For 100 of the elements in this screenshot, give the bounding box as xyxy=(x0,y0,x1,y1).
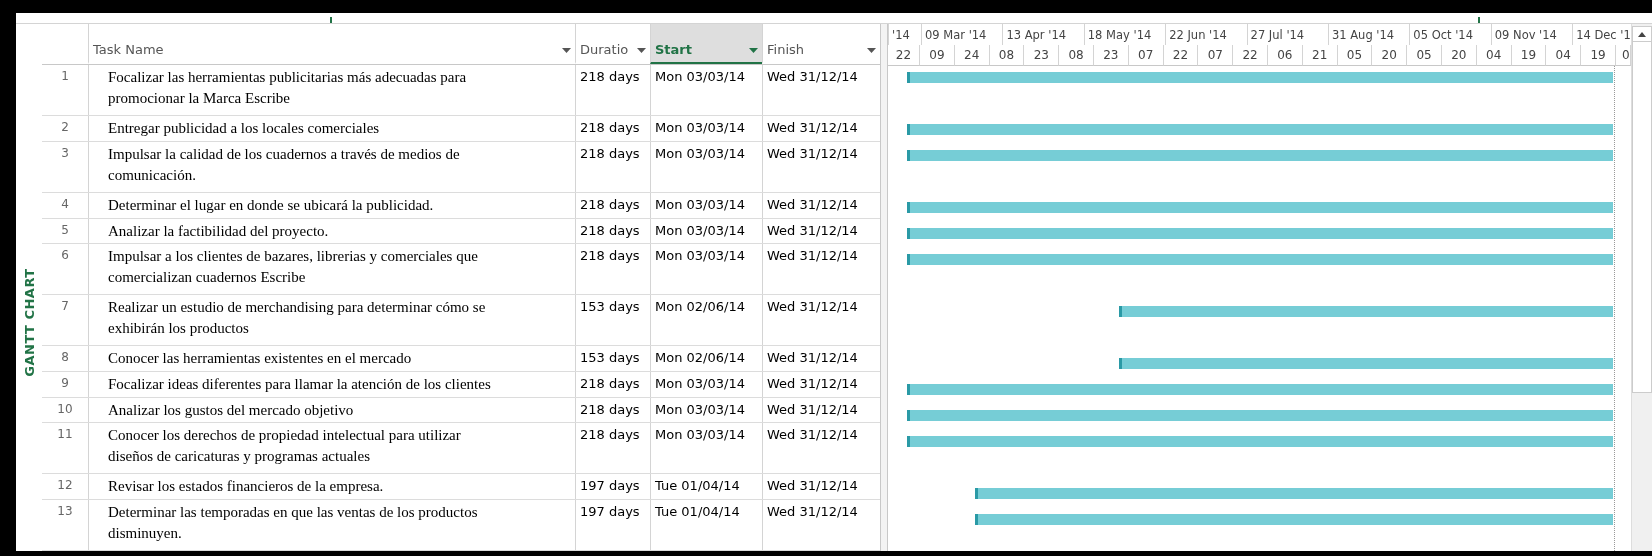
timescale-label: 19 xyxy=(1581,45,1616,66)
column-header[interactable]: Start xyxy=(650,24,762,65)
timescale-label: 22 Jun '14 xyxy=(1165,24,1247,45)
timescale-label: 05 xyxy=(1407,45,1442,66)
task-name-cell: Entregar publicidad a los locales comerciales xyxy=(88,116,575,141)
row-number: 12 xyxy=(56,477,74,495)
duration-cell: 218 days xyxy=(575,423,650,474)
task-bar[interactable] xyxy=(907,150,1613,161)
timescale-label: 08 xyxy=(989,45,1025,66)
splitter[interactable] xyxy=(880,24,888,551)
start-cell: Tue 01/04/14 xyxy=(650,499,762,550)
row-number: 2 xyxy=(60,119,70,137)
start-cell: Mon 03/03/14 xyxy=(650,65,762,116)
timescale-label: 09 Nov '14 xyxy=(1490,24,1573,45)
timescale-label: 20 xyxy=(1372,45,1408,66)
task-name-cell: Impulsar a los clientes de bazares, librerias y comerciales que comercializan cuadernos Escribe xyxy=(88,244,575,295)
duration-cell: 218 days xyxy=(575,218,650,244)
timescale-label: 09 Mar '14 xyxy=(921,24,1003,45)
start-cell: Mon 03/03/14 xyxy=(650,193,762,218)
task-name-cell: Conocer los derechos de propiedad intelectual para utilizar diseños de caricaturas y programas actuales xyxy=(88,423,575,474)
timescale-label: 18 May '14 xyxy=(1083,24,1166,45)
start-cell: Tue 01/04/14 xyxy=(650,474,762,499)
task-bar[interactable] xyxy=(907,410,1613,421)
task-bar[interactable] xyxy=(907,228,1613,239)
timescale-label: 07 xyxy=(1128,45,1164,66)
start-cell: Mon 03/03/14 xyxy=(650,116,762,141)
task-name-cell: Focalizar ideas diferentes para llamar la atención de los clientes xyxy=(88,372,575,397)
timescale-label: 13 Apr '14 xyxy=(1002,24,1084,45)
timeline-marker xyxy=(1478,17,1480,23)
duration-cell: 153 days xyxy=(575,295,650,346)
caret-icon xyxy=(562,48,571,54)
start-cell: Mon 03/03/14 xyxy=(650,423,762,474)
task-name-cell: Conocer las herramientas existentes en el mercado xyxy=(88,346,575,372)
row-number: 5 xyxy=(60,221,70,239)
start-cell: Mon 02/06/14 xyxy=(650,295,762,346)
row-number: 7 xyxy=(60,298,70,316)
task-name-cell: Revisar los estados financieros de la empresa. xyxy=(88,474,575,499)
timescale-label: 22 xyxy=(888,45,920,66)
task-name-cell: Impulsar la calidad de los cuadernos a través de medios de comunicación. xyxy=(88,142,575,193)
task-bar[interactable] xyxy=(907,384,1613,395)
timescale-label: 24 xyxy=(954,45,990,66)
task-name-cell: Focalizar las herramientas publicitarias más adecuadas para promocionar la Marca Escribe xyxy=(88,65,575,116)
task-name-cell: Determinar las temporadas en que las ventas de los productos disminuyen. xyxy=(88,499,575,550)
task-bar[interactable] xyxy=(907,254,1613,265)
timescale-label: 27 Jul '14 xyxy=(1246,24,1328,45)
caret-icon xyxy=(637,48,646,54)
scrollbar-thumb[interactable] xyxy=(1632,42,1652,393)
duration-cell: 218 days xyxy=(575,397,650,423)
row-number: 3 xyxy=(60,145,70,162)
timescale-label: 22 xyxy=(1233,45,1268,66)
start-cell: Mon 02/06/14 xyxy=(650,346,762,372)
task-bar[interactable] xyxy=(1119,358,1613,369)
task-bar[interactable] xyxy=(907,72,1613,83)
row-number: 4 xyxy=(60,196,70,214)
row-number: 11 xyxy=(56,426,74,444)
duration-cell: 218 days xyxy=(575,372,650,397)
timescale-label: '14 xyxy=(888,24,921,45)
timescale-label: 05 xyxy=(1337,45,1373,66)
row-number: 9 xyxy=(60,375,70,393)
start-cell: Mon 03/03/14 xyxy=(650,397,762,423)
task-bar[interactable] xyxy=(907,124,1613,135)
timeline-marker xyxy=(330,17,332,23)
task-bar[interactable] xyxy=(974,514,1613,525)
timescale-label: 08 xyxy=(1059,45,1094,66)
timescale-label: 06 xyxy=(1267,45,1303,66)
start-cell: Mon 03/03/14 xyxy=(650,244,762,295)
view-label: GANTT CHART xyxy=(21,268,37,377)
task-name-cell: Realizar un estudio de merchandising para determinar cómo se exhibirán los productos xyxy=(88,295,575,346)
duration-cell: 218 days xyxy=(575,116,650,141)
timescale-label: 31 Aug '14 xyxy=(1327,24,1410,45)
timescale-label: 05 Oct '14 xyxy=(1409,24,1491,45)
caret-icon xyxy=(867,48,876,54)
task-bar[interactable] xyxy=(1119,306,1613,317)
duration-cell: 197 days xyxy=(575,474,650,499)
timescale-label: 04 xyxy=(1546,45,1582,66)
row-number: 8 xyxy=(60,349,70,367)
timescale-label: 22 xyxy=(1163,45,1199,66)
timescale-label: 20 xyxy=(1441,45,1477,66)
task-name-cell: Analizar los gustos del mercado objetivo xyxy=(88,397,575,423)
row-number: 6 xyxy=(60,247,70,265)
scroll-up-button[interactable] xyxy=(1632,26,1652,42)
timescale-label: 04 xyxy=(1476,45,1512,66)
duration-cell: 218 days xyxy=(575,244,650,295)
row-number: 1 xyxy=(60,68,70,86)
start-cell: Mon 03/03/14 xyxy=(650,372,762,397)
duration-cell: 153 days xyxy=(575,346,650,372)
caret-icon xyxy=(749,48,758,54)
duration-cell: 218 days xyxy=(575,142,650,193)
timescale-label: 09 xyxy=(920,45,955,66)
task-name-cell: Determinar el lugar en donde se ubicará la publicidad. xyxy=(88,193,575,218)
duration-cell: 197 days xyxy=(575,499,650,550)
task-bar[interactable] xyxy=(974,488,1613,499)
timescale-label: 07 xyxy=(1198,45,1234,66)
task-bar[interactable] xyxy=(907,436,1613,447)
start-cell: Mon 03/03/14 xyxy=(650,218,762,244)
timescale-label: 23 xyxy=(1094,45,1129,66)
duration-cell: 218 days xyxy=(575,193,650,218)
scroll-up-icon xyxy=(1638,31,1646,37)
task-bar[interactable] xyxy=(907,202,1613,213)
timescale-label: 19 xyxy=(1511,45,1547,66)
